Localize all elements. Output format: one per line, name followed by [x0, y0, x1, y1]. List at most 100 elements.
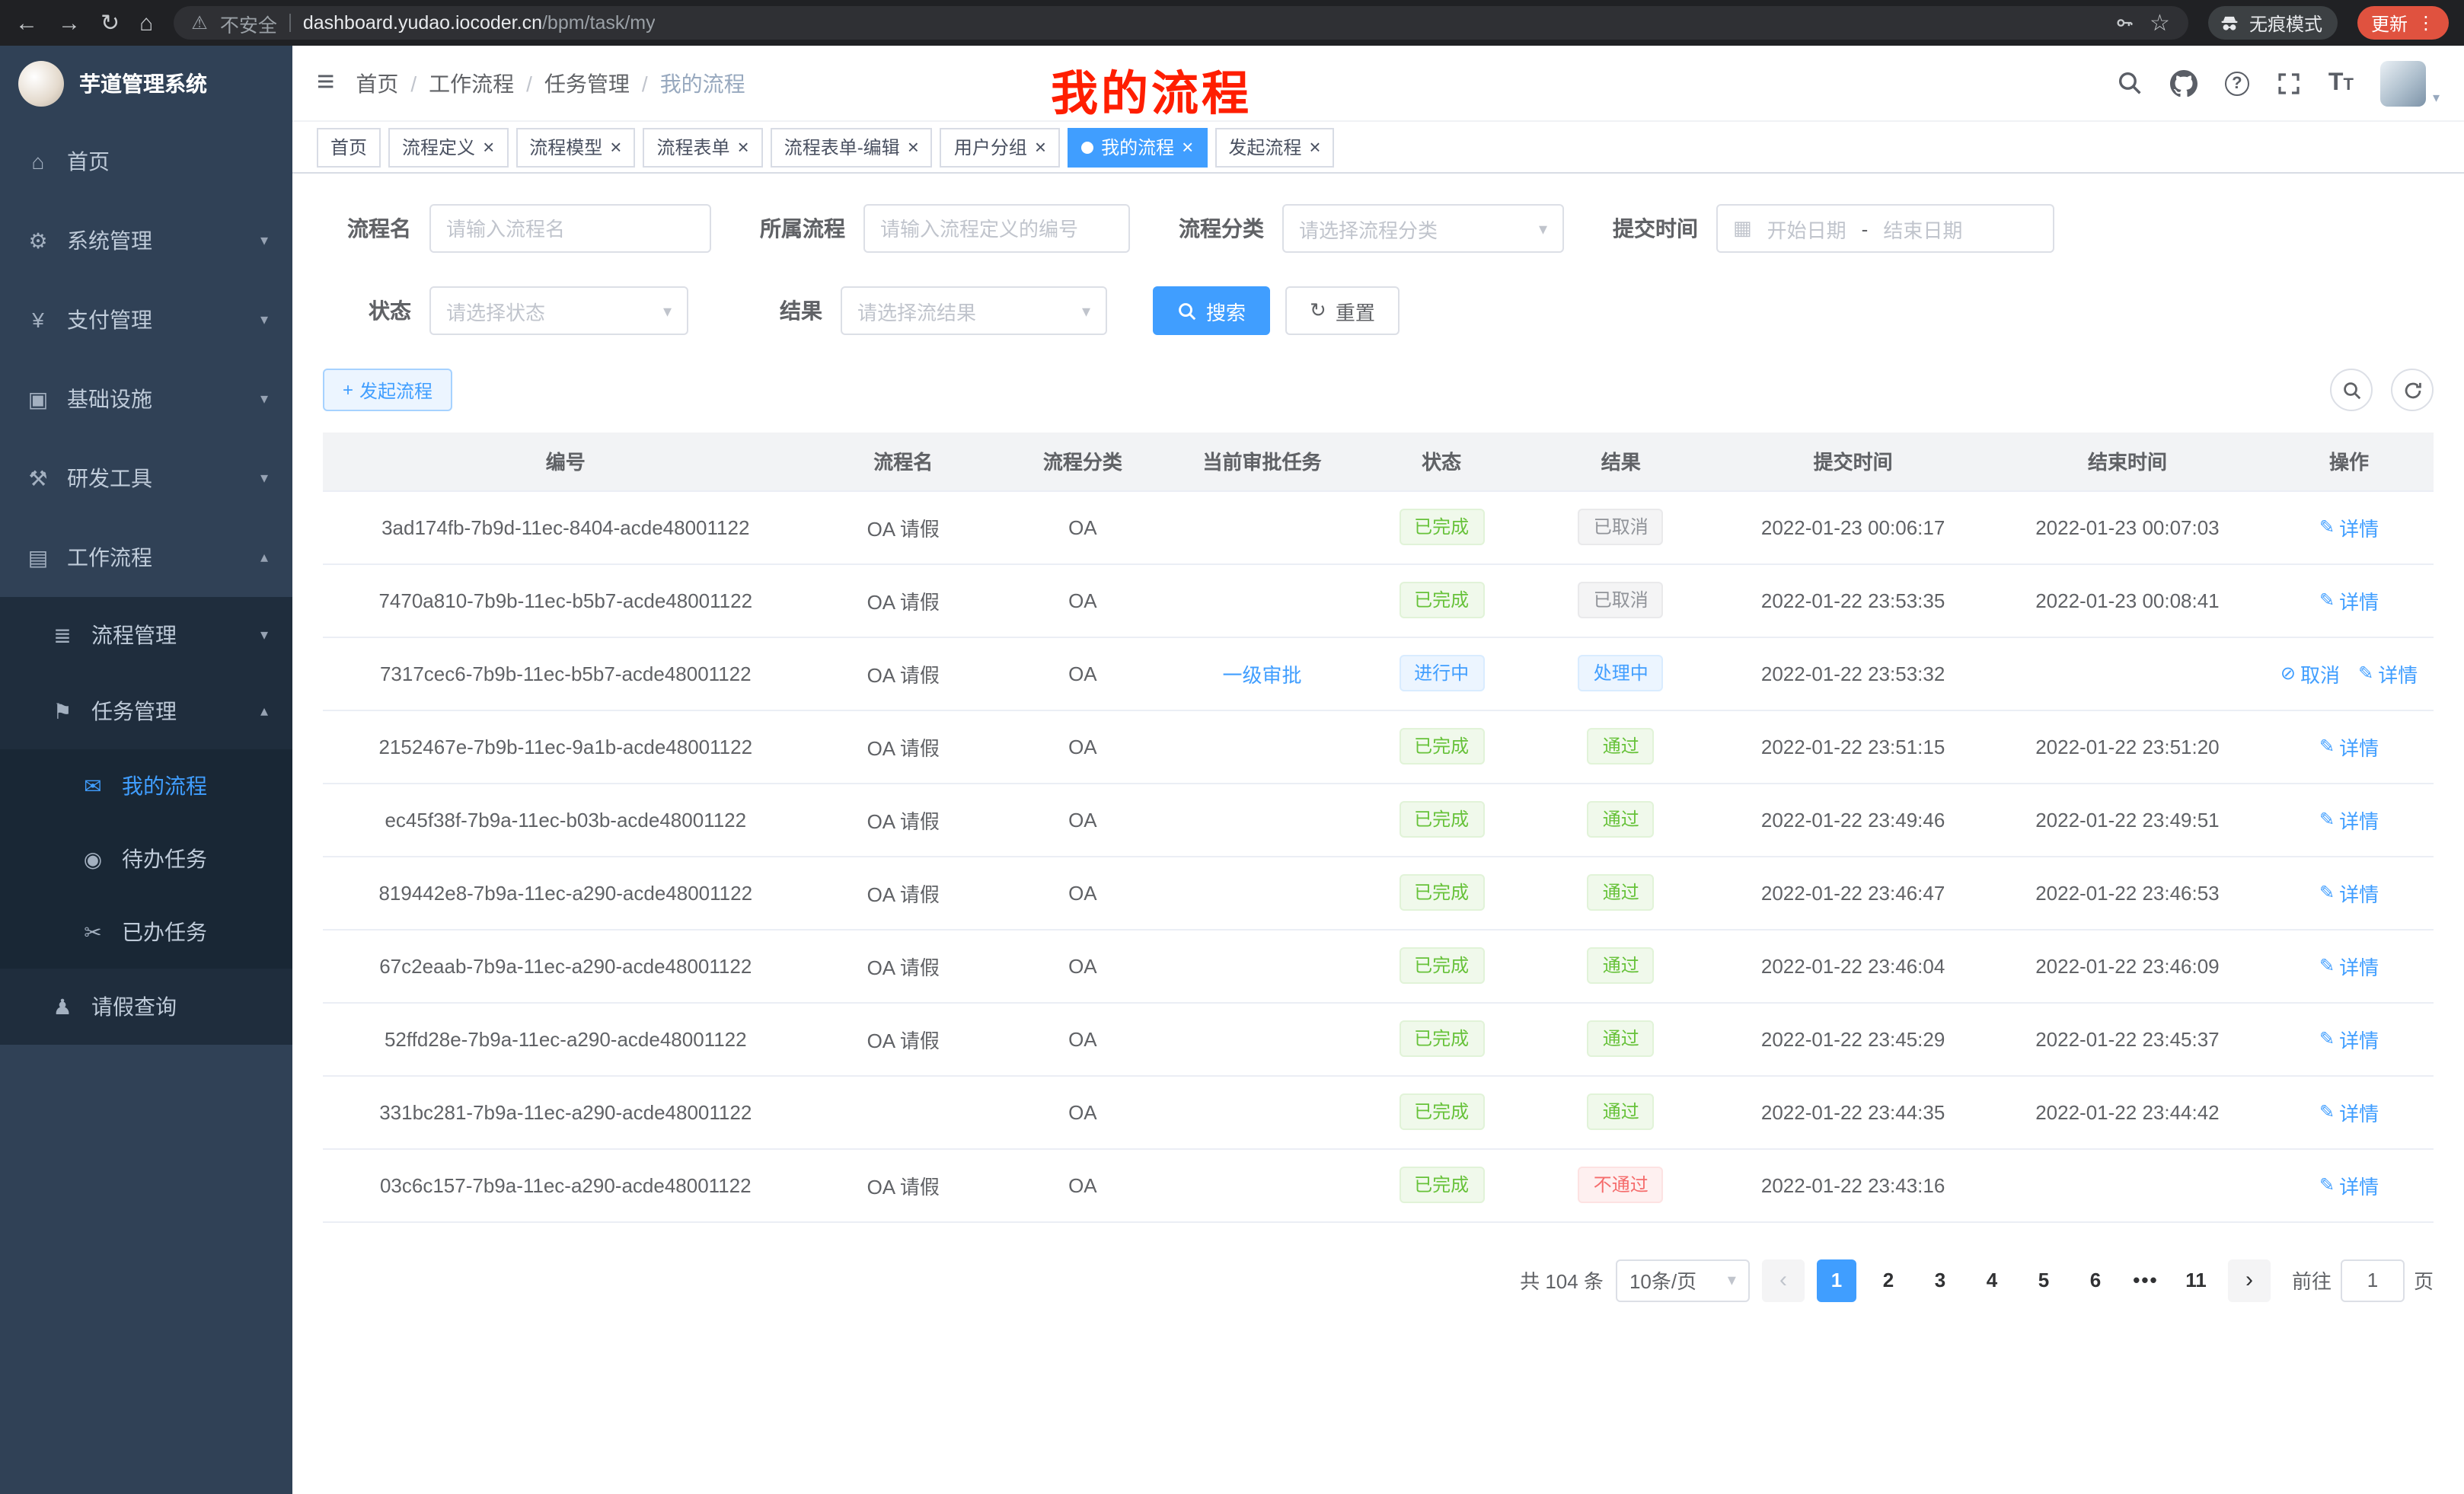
sidebar-item-leave-query[interactable]: ♟ 请假查询 — [0, 969, 292, 1045]
end-time: 2022-01-22 23:49:51 — [1990, 783, 2265, 856]
close-icon[interactable]: × — [1182, 137, 1193, 157]
tab-home[interactable]: 首页 — [317, 127, 381, 167]
detail-link[interactable]: ✎详情 — [2319, 586, 2379, 615]
sidebar-item-devtools[interactable]: ⚒ 研发工具 ▾ — [0, 439, 292, 518]
detail-link[interactable]: ✎详情 — [2319, 805, 2379, 834]
sidebar-item-workflow[interactable]: ▤ 工作流程 ▴ — [0, 518, 292, 597]
menu-dots-icon[interactable]: ⋮ — [2417, 12, 2435, 34]
detail-link[interactable]: ✎详情 — [2319, 732, 2379, 761]
bookmark-star-icon[interactable]: ☆ — [2150, 11, 2170, 34]
page-button-1[interactable]: 1 — [1817, 1259, 1856, 1301]
tab-start-process[interactable]: 发起流程 × — [1214, 127, 1334, 167]
sidebar-item-payment[interactable]: ¥ 支付管理 ▾ — [0, 280, 292, 359]
detail-link[interactable]: ✎详情 — [2358, 659, 2418, 688]
prev-page-button[interactable]: ‹ — [1762, 1259, 1805, 1301]
start-date-input[interactable]: 开始日期 — [1767, 214, 1846, 243]
page-button-3[interactable]: 3 — [1920, 1259, 1960, 1301]
filter-label-result: 结果 — [734, 295, 822, 326]
page-button-5[interactable]: 5 — [2024, 1259, 2063, 1301]
close-icon[interactable]: × — [1309, 137, 1320, 157]
sidebar-item-process-mgmt[interactable]: ≣ 流程管理 ▾ — [0, 597, 292, 673]
fullscreen-icon[interactable] — [2277, 71, 2301, 95]
close-icon[interactable]: × — [908, 137, 919, 157]
menu-label: 工作流程 — [67, 542, 152, 573]
start-process-button[interactable]: + 发起流程 — [323, 369, 452, 411]
breadcrumb-task-mgmt[interactable]: 任务管理 — [544, 68, 630, 98]
tab-my-process[interactable]: 我的流程 × — [1068, 127, 1207, 167]
user-menu[interactable]: ▾ — [2381, 60, 2440, 106]
next-page-button[interactable]: › — [2228, 1259, 2271, 1301]
menu-label: 研发工具 — [67, 463, 152, 493]
incognito-badge: 无痕模式 — [2208, 6, 2338, 40]
reload-icon[interactable]: ↻ — [101, 11, 120, 34]
hamburger-icon[interactable]: ≡ — [317, 65, 334, 101]
back-icon[interactable]: ← — [15, 11, 38, 34]
current-task-cell — [1167, 490, 1357, 563]
goto-page-input[interactable] — [2341, 1259, 2405, 1301]
page-button-4[interactable]: 4 — [1972, 1259, 2012, 1301]
tab-user-group[interactable]: 用户分组 × — [940, 127, 1060, 167]
tab-process-form-edit[interactable]: 流程表单-编辑 × — [771, 127, 933, 167]
process-name-input[interactable] — [429, 204, 711, 253]
sidebar-item-my-process[interactable]: ✉ 我的流程 — [0, 749, 292, 822]
key-icon[interactable] — [2113, 12, 2134, 34]
close-icon[interactable]: × — [483, 137, 494, 157]
help-icon[interactable]: ? — [2225, 71, 2249, 95]
cancel-link[interactable]: ⊘取消 — [2280, 659, 2340, 688]
detail-link[interactable]: ✎详情 — [2319, 951, 2379, 980]
search-icon[interactable] — [2117, 70, 2143, 96]
pages-ellipsis[interactable]: ••• — [2127, 1269, 2164, 1291]
tab-process-definition[interactable]: 流程定义 × — [388, 127, 508, 167]
status-badge: 已完成 — [1399, 509, 1484, 545]
sidebar-item-system[interactable]: ⚙ 系统管理 ▾ — [0, 201, 292, 280]
category-select[interactable]: 请选择流程分类 ▾ — [1282, 204, 1564, 253]
detail-link[interactable]: ✎详情 — [2319, 1024, 2379, 1053]
sidebar-item-done-task[interactable]: ✂ 已办任务 — [0, 895, 292, 969]
end-date-input[interactable]: 结束日期 — [1883, 214, 1962, 243]
search-icon — [2341, 380, 2361, 400]
github-icon[interactable] — [2170, 69, 2197, 97]
font-size-icon[interactable]: TT — [2328, 69, 2354, 97]
sidebar-item-task-mgmt[interactable]: ⚑ 任务管理 ▴ — [0, 673, 292, 749]
close-icon[interactable]: × — [610, 137, 621, 157]
menu-label: 已办任务 — [122, 917, 207, 947]
forward-icon[interactable]: → — [58, 11, 81, 34]
end-time: 2022-01-22 23:46:09 — [1990, 929, 2265, 1002]
reset-button[interactable]: ↻ 重置 — [1285, 286, 1400, 335]
update-button[interactable]: 更新 ⋮ — [2357, 6, 2449, 40]
process-id: 331bc281-7b9a-11ec-a290-acde48001122 — [323, 1075, 809, 1148]
toggle-search-button[interactable] — [2330, 369, 2373, 411]
page-size-select[interactable]: 10条/页 ▾ — [1616, 1259, 1750, 1301]
tab-process-form[interactable]: 流程表单 × — [643, 127, 762, 167]
current-task-cell — [1167, 856, 1357, 929]
tab-process-model[interactable]: 流程模型 × — [515, 127, 635, 167]
browser-home-icon[interactable]: ⌂ — [139, 11, 153, 34]
result-select[interactable]: 请选择流结果 ▾ — [841, 286, 1107, 335]
status-select[interactable]: 请选择状态 ▾ — [429, 286, 688, 335]
address-bar[interactable]: ⚠ 不安全 dashboard.yudao.iocoder.cn/bpm/tas… — [173, 6, 2188, 40]
sidebar-item-home[interactable]: ⌂ 首页 — [0, 122, 292, 201]
close-icon[interactable]: × — [738, 137, 749, 157]
detail-link[interactable]: ✎详情 — [2319, 878, 2379, 907]
submit-time-range-picker[interactable]: ▦ 开始日期 - 结束日期 — [1716, 204, 2054, 253]
detail-link[interactable]: ✎详情 — [2319, 1097, 2379, 1126]
detail-link[interactable]: ✎详情 — [2319, 1170, 2379, 1199]
select-placeholder: 请选择流程分类 — [1299, 214, 1438, 243]
page-button-6[interactable]: 6 — [2076, 1259, 2115, 1301]
sidebar-item-infrastructure[interactable]: ▣ 基础设施 ▾ — [0, 359, 292, 439]
app-logo[interactable]: 芋道管理系统 — [0, 46, 292, 122]
avatar[interactable] — [2381, 60, 2427, 106]
process-definition-input[interactable] — [863, 204, 1130, 253]
refresh-button[interactable] — [2391, 369, 2434, 411]
sidebar-item-todo-task[interactable]: ◉ 待办任务 — [0, 822, 292, 895]
submit-time: 2022-01-22 23:44:35 — [1716, 1075, 1990, 1148]
current-task-link[interactable]: 一级审批 — [1222, 659, 1301, 688]
page-button-2[interactable]: 2 — [1869, 1259, 1908, 1301]
search-button[interactable]: 搜索 — [1153, 286, 1270, 335]
breadcrumb-workflow[interactable]: 工作流程 — [429, 68, 514, 98]
detail-link[interactable]: ✎详情 — [2319, 512, 2379, 541]
breadcrumb-home[interactable]: 首页 — [356, 68, 398, 98]
security-label[interactable]: 不安全 — [220, 8, 277, 37]
page-button-11[interactable]: 11 — [2176, 1259, 2216, 1301]
close-icon[interactable]: × — [1035, 137, 1046, 157]
